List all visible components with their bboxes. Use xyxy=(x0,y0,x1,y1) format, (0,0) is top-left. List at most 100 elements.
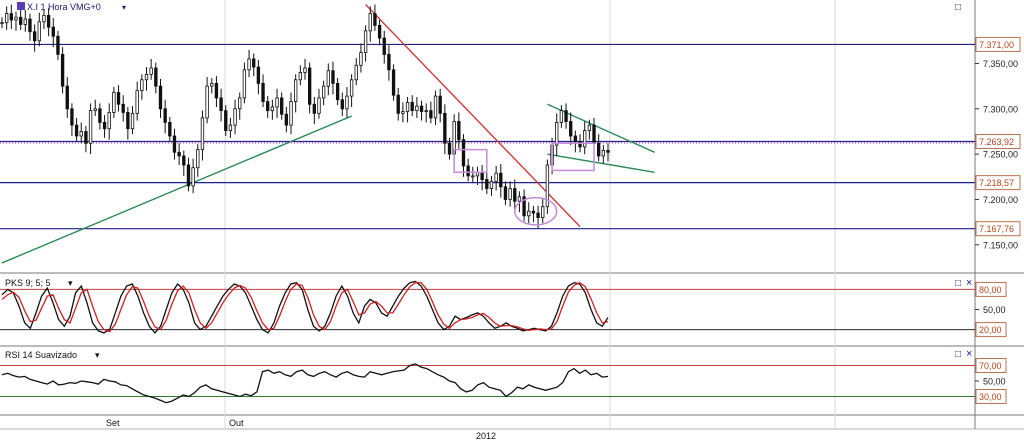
candle-body xyxy=(158,85,163,110)
candle-body xyxy=(247,58,251,71)
candle-body xyxy=(121,103,125,113)
candle-body xyxy=(555,122,559,146)
candle-body xyxy=(214,83,219,99)
candle-body xyxy=(443,112,447,144)
candle-body xyxy=(438,95,442,114)
candle-body xyxy=(587,124,592,131)
candle-body xyxy=(32,31,37,42)
candle-body xyxy=(592,124,596,144)
candle-body xyxy=(154,67,158,87)
candle-body xyxy=(354,64,358,81)
candle-body xyxy=(98,108,102,123)
candle-body xyxy=(0,22,4,25)
restore-icon[interactable]: □ xyxy=(955,2,961,13)
candle-body xyxy=(363,30,368,53)
candle-body xyxy=(433,95,438,119)
candle-body xyxy=(307,67,312,105)
chart-canvas: X.I 1 Hora VMG+0 ▾ 7.371,00 7.263,92 7.218… xyxy=(0,0,1024,443)
candle-body xyxy=(289,101,293,126)
level-price-label: 7.371,00 xyxy=(979,40,1014,50)
close-icon[interactable]: × xyxy=(966,277,972,289)
candle-body xyxy=(88,110,93,144)
candle-body xyxy=(149,67,153,75)
restore-icon[interactable]: □ xyxy=(955,349,961,360)
candle-body xyxy=(541,206,545,219)
candle-body xyxy=(266,101,270,112)
candle-body xyxy=(219,97,223,112)
level-price-label: 7.263,92 xyxy=(979,137,1014,147)
pks-title[interactable]: PKS 9; 5; 5 xyxy=(5,278,51,288)
candle-body xyxy=(4,13,9,24)
rsi-title[interactable]: RSI 14 Suavizado xyxy=(5,350,77,360)
candle-body xyxy=(116,92,121,105)
x-label-month: Out xyxy=(229,418,244,428)
candle-body xyxy=(513,188,517,202)
candle-body xyxy=(349,79,354,97)
symbol-dropdown-icon[interactable]: ▾ xyxy=(122,3,126,12)
candle-body xyxy=(485,179,489,189)
candle-body xyxy=(200,117,205,151)
candle-body xyxy=(210,83,214,87)
candle-body xyxy=(168,122,172,137)
symbol-icon xyxy=(17,2,25,10)
candle-body xyxy=(424,110,428,113)
candle-body xyxy=(14,16,18,21)
candle-body xyxy=(79,131,83,137)
candle-body xyxy=(573,135,578,142)
candle-body xyxy=(489,180,494,189)
candle-body xyxy=(531,210,536,214)
candle-body xyxy=(405,102,410,112)
candle-body xyxy=(233,108,237,126)
candle-body xyxy=(28,18,32,33)
candle-body xyxy=(368,13,372,32)
restore-icon[interactable]: □ xyxy=(955,278,961,289)
candle-body xyxy=(457,121,461,141)
level-price-label: 7.167,76 xyxy=(979,224,1014,234)
candle-body xyxy=(583,130,587,148)
candle-body xyxy=(578,141,582,148)
candle-body xyxy=(461,139,466,167)
candle-body xyxy=(280,97,284,115)
candle-body xyxy=(186,164,191,187)
close-icon[interactable]: × xyxy=(966,348,972,360)
candle-body xyxy=(377,24,382,39)
y-tick-label: 7.200,00 xyxy=(983,195,1018,205)
candle-body xyxy=(335,83,340,101)
candle-body xyxy=(256,66,261,84)
y-tick-label: 7.150,00 xyxy=(983,240,1018,250)
osc-level-label: 20,00 xyxy=(979,325,1002,335)
candle-body xyxy=(508,188,512,200)
candle-body xyxy=(410,102,414,112)
candle-body xyxy=(387,54,391,71)
candle-body xyxy=(345,95,349,110)
candle-body xyxy=(527,210,531,217)
candle-body xyxy=(303,67,307,73)
candle-body xyxy=(177,151,181,157)
candle-body xyxy=(242,69,247,99)
osc-y-tick-label: 50,00 xyxy=(983,305,1006,315)
candle-body xyxy=(74,124,79,137)
candle-body xyxy=(228,124,233,131)
candle-body xyxy=(419,105,424,112)
candle-body xyxy=(569,121,573,137)
osc-y-tick-label: 50,00 xyxy=(983,377,1006,387)
candle-body xyxy=(326,70,330,87)
candle-body xyxy=(9,13,13,21)
candle-body xyxy=(252,58,256,68)
candle-body xyxy=(499,172,503,188)
candle-body xyxy=(275,97,279,108)
candle-body xyxy=(93,108,97,112)
candle-body xyxy=(261,83,265,102)
rsi-dropdown-icon[interactable]: ▾ xyxy=(95,350,100,360)
candle-body xyxy=(415,105,419,112)
level-price-label: 7.218,57 xyxy=(979,178,1014,188)
pks-dropdown-icon[interactable]: ▾ xyxy=(68,278,73,288)
candle-body xyxy=(597,142,601,157)
candle-body xyxy=(42,15,46,23)
candle-body xyxy=(56,35,60,55)
candle-body xyxy=(284,113,289,126)
candle-body xyxy=(60,54,65,87)
candle-body xyxy=(51,26,55,37)
candle-body xyxy=(298,72,303,81)
candle-body xyxy=(429,110,433,119)
